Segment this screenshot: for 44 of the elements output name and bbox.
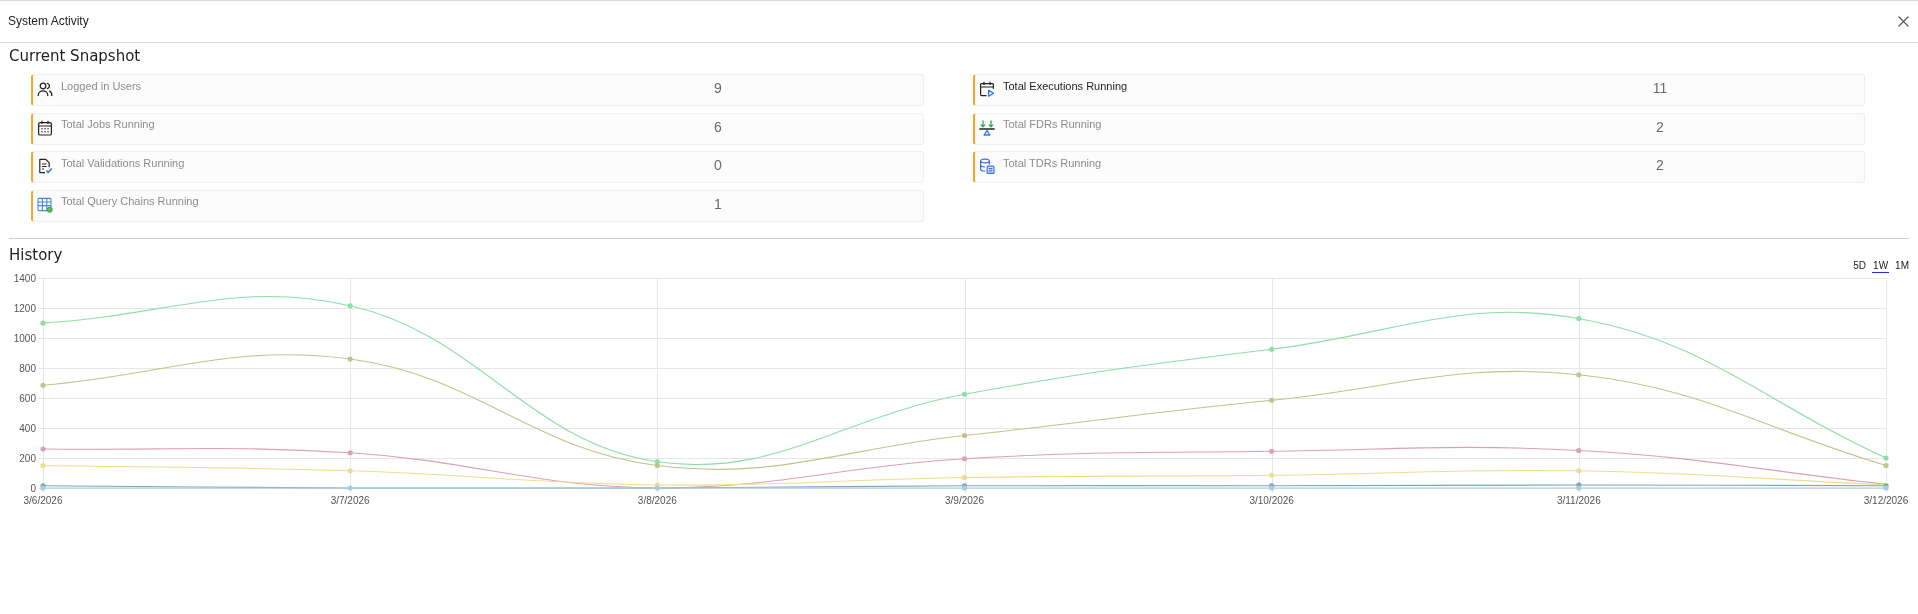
stat-value: 2 <box>1655 118 1665 135</box>
stat-value: 1 <box>713 195 723 212</box>
stat-label: Total FDRs Running <box>1003 118 1103 131</box>
stat-value: 0 <box>713 157 723 173</box>
stat-value: 11 <box>1651 80 1669 96</box>
calendar-icon <box>37 119 53 136</box>
stat-value: 9 <box>713 80 723 96</box>
table-gear-icon <box>37 196 53 213</box>
arrows-triangle-icon <box>979 119 995 136</box>
database-document-icon <box>979 158 995 174</box>
close-icon <box>1898 16 1909 27</box>
range-tab[interactable]: 5D <box>1852 259 1868 273</box>
x-axis-label: 3/9/2026 <box>945 494 984 506</box>
range-tab[interactable]: 1W <box>1872 259 1890 273</box>
window-title: System Activity <box>8 14 89 29</box>
stat-label: Total Executions Running <box>1003 79 1129 93</box>
range-tab[interactable]: 1M <box>1894 259 1910 273</box>
stat-label: Total Validations Running <box>61 156 186 170</box>
stat-label: Total TDRs Running <box>1003 156 1103 170</box>
y-axis-label: 1000 <box>13 332 36 343</box>
section-title: History <box>9 244 63 265</box>
section-title: Current Snapshot <box>9 46 141 66</box>
close-button[interactable] <box>1898 16 1909 27</box>
y-axis-label: 800 <box>19 362 36 373</box>
x-axis-label: 3/6/2026 <box>23 494 63 506</box>
x-axis-label: 3/10/2026 <box>1249 494 1294 506</box>
y-axis-label: 1200 <box>13 302 36 313</box>
document-check-icon <box>37 158 53 174</box>
y-axis-label: 200 <box>19 452 36 463</box>
stat-value: 2 <box>1655 157 1665 173</box>
calendar-play-icon <box>979 81 995 97</box>
y-axis-label: 1400 <box>13 272 36 283</box>
stat-label: Total Query Chains Running <box>61 195 200 208</box>
y-axis-label: 400 <box>19 422 36 433</box>
stat-label: Total Jobs Running <box>61 118 156 131</box>
x-axis-label: 3/7/2026 <box>330 494 370 506</box>
y-axis-label: 0 <box>30 482 36 493</box>
y-axis-label: 600 <box>19 392 36 403</box>
x-axis-label: 3/12/2026 <box>1863 494 1909 506</box>
users-icon <box>37 81 53 97</box>
x-axis-label: 3/8/2026 <box>637 494 677 506</box>
stat-value: 6 <box>713 118 723 135</box>
x-axis-label: 3/11/2026 <box>1556 494 1601 506</box>
stat-label: Logged in Users <box>61 79 143 93</box>
